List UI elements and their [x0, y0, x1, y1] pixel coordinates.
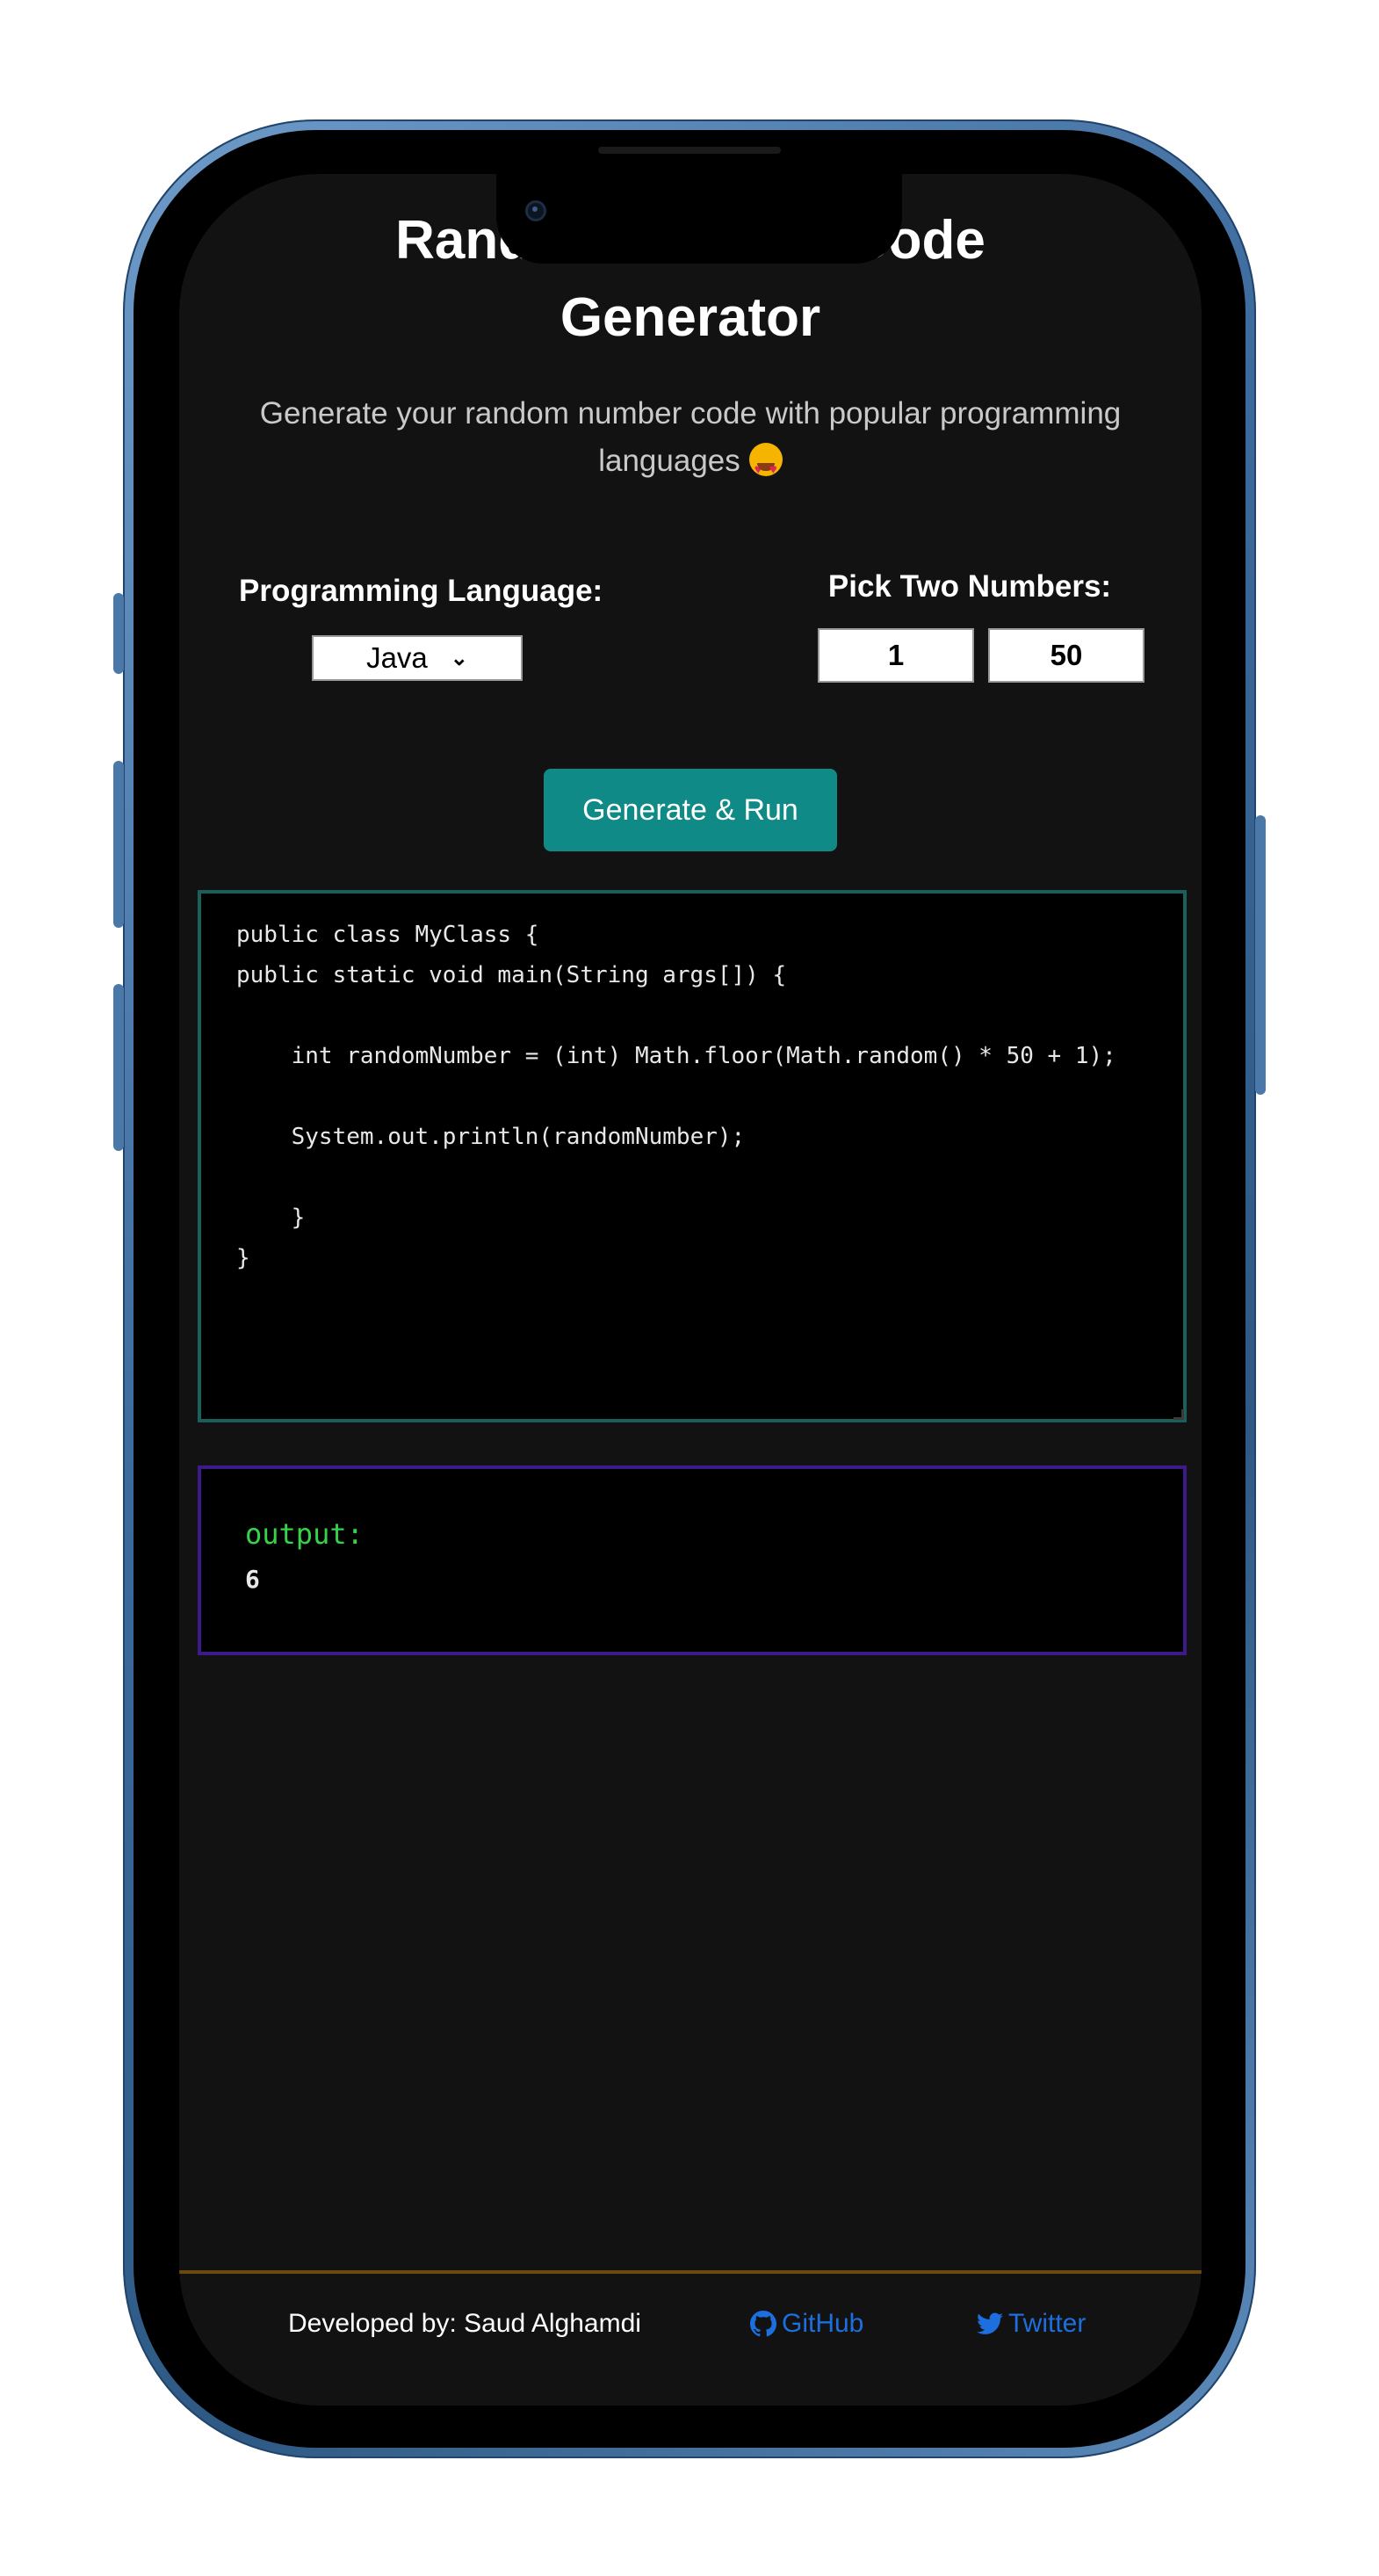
- github-link-label: GitHub: [782, 2309, 864, 2338]
- output-panel: output: 6: [198, 1465, 1187, 1655]
- github-icon: [750, 2311, 776, 2337]
- output-label: output:: [245, 1517, 364, 1551]
- language-select-value: Java: [366, 641, 428, 674]
- footer-divider: [179, 2270, 1202, 2274]
- footer: Developed by: Saud Alghamdi GitHub Twitt…: [179, 2309, 1202, 2362]
- volume-up-button: [113, 761, 124, 928]
- page-title-line-2: Generator: [560, 287, 821, 348]
- page-subtitle-text: Generate your random number code with po…: [259, 396, 1122, 478]
- min-number-input[interactable]: [818, 628, 974, 683]
- smiling-face-with-heart-eyes-emoji: [748, 443, 783, 494]
- max-number-input[interactable]: [988, 628, 1144, 683]
- twitter-link[interactable]: Twitter: [977, 2309, 1086, 2339]
- mute-switch: [113, 593, 124, 674]
- chevron-down-icon: ⌄: [450, 646, 468, 670]
- screen: Random Number Code Generator Generate yo…: [179, 174, 1202, 2406]
- phone-notch: [496, 174, 902, 264]
- front-camera: [525, 200, 546, 221]
- power-button: [1255, 815, 1266, 1095]
- resize-handle-icon[interactable]: [1173, 1409, 1184, 1420]
- developer-credit: Developed by: Saud Alghamdi: [288, 2309, 641, 2338]
- github-link[interactable]: GitHub: [750, 2309, 863, 2339]
- output-value: 6: [245, 1565, 260, 1594]
- generate-run-button[interactable]: Generate & Run: [544, 769, 837, 851]
- volume-down-button: [113, 984, 124, 1151]
- page-subtitle: Generate your random number code with po…: [223, 390, 1158, 494]
- twitter-link-label: Twitter: [1008, 2309, 1087, 2338]
- earpiece-speaker: [598, 147, 781, 154]
- language-label: Programming Language:: [239, 574, 603, 608]
- twitter-icon: [977, 2312, 1003, 2334]
- language-select[interactable]: Java ⌄: [312, 635, 523, 681]
- numbers-label: Pick Two Numbers:: [827, 569, 1112, 604]
- code-textarea[interactable]: public class MyClass { public static voi…: [198, 890, 1187, 1422]
